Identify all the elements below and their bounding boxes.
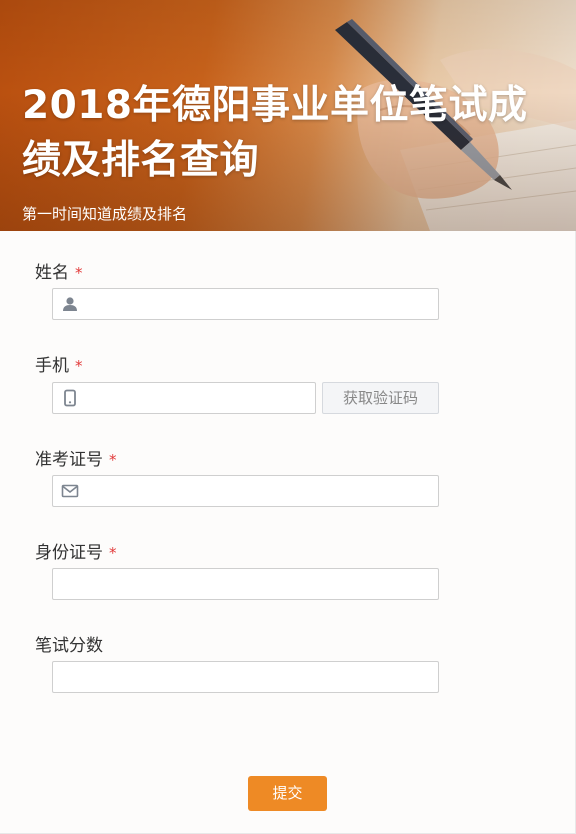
page-title: 2018年德阳事业单位笔试成绩及排名查询 [22,83,528,183]
phone-label-text: 手机 [35,356,69,376]
required-mark: * [109,451,117,469]
id-number-input[interactable] [61,569,434,599]
phone-field[interactable] [52,382,316,414]
name-label: 姓名 * [35,258,83,283]
exam-id-label-text: 准考证号 [35,450,103,470]
required-mark: * [75,357,83,375]
exam-id-field[interactable] [52,475,439,507]
phone-label: 手机 * [35,351,83,376]
id-number-label-text: 身份证号 [35,543,103,563]
id-number-field[interactable] [52,568,439,600]
mail-icon [61,484,79,498]
mobile-phone-icon [64,389,76,407]
page-subtitle: 第一时间知道成绩及排名 [22,205,188,223]
score-label-text: 笔试分数 [35,636,103,656]
score-label: 笔试分数 [35,631,103,656]
user-icon [63,297,77,311]
name-label-text: 姓名 [35,263,69,283]
name-field[interactable] [52,288,439,320]
name-input[interactable] [87,289,434,319]
score-field[interactable] [52,661,439,693]
phone-input[interactable] [87,383,311,413]
get-verification-code-button[interactable]: 获取验证码 [322,382,439,414]
exam-id-input[interactable] [87,476,434,506]
required-mark: * [75,264,83,282]
required-mark: * [109,544,117,562]
id-number-label: 身份证号 * [35,538,117,563]
score-input[interactable] [61,662,434,692]
header-banner: 2018年德阳事业单位笔试成绩及排名查询 第一时间知道成绩及排名 [0,0,576,231]
submit-button[interactable]: 提交 [248,776,327,811]
exam-id-label: 准考证号 * [35,445,117,470]
